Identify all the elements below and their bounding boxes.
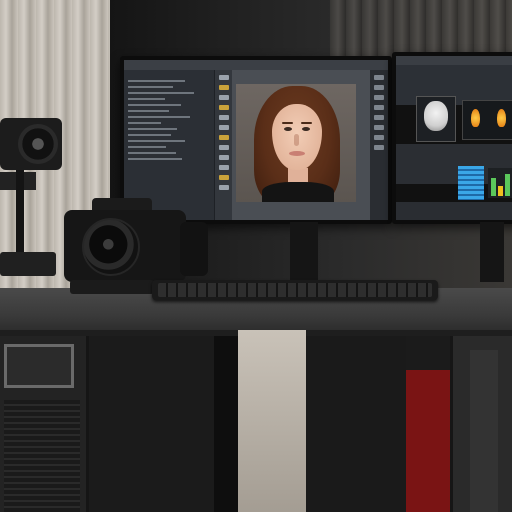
- studio-scene: [0, 0, 512, 512]
- speaker-grille: [4, 400, 80, 512]
- portrait-lips: [289, 151, 305, 156]
- portrait-left-brow: [282, 122, 293, 124]
- portrait-photo: [236, 84, 356, 202]
- flame-thumbnail: [462, 100, 512, 140]
- floor-light: [238, 330, 306, 512]
- portrait-shirt: [262, 182, 334, 202]
- portrait-left-eye: [284, 127, 292, 131]
- main-monitor-canvas: [232, 70, 370, 220]
- flame-right: [497, 109, 506, 127]
- side-monitor-bottom-panel: [396, 202, 512, 220]
- main-monitor-right-panel: [370, 70, 388, 220]
- dslr-camera-lens: [82, 218, 140, 276]
- mannequin-thumbnail: [416, 96, 456, 142]
- right-cabinet-slat: [470, 350, 498, 512]
- keyboard: [152, 280, 438, 300]
- portrait-right-eye: [302, 127, 310, 131]
- portrait-nose: [294, 134, 299, 146]
- level-meter: [488, 168, 512, 198]
- side-monitor-menubar: [396, 56, 512, 65]
- main-monitor-toolstrip: [214, 70, 234, 220]
- main-monitor-menubar: [124, 60, 388, 70]
- cabinet-drawer: [4, 344, 74, 388]
- blue-meter-panel: [458, 166, 484, 200]
- under-desk-panel: [306, 336, 406, 512]
- keyboard-keys: [158, 283, 432, 297]
- tripod-camera-lens: [18, 124, 58, 164]
- tripod-pole: [16, 170, 24, 260]
- tripod-base: [0, 252, 56, 276]
- main-monitor-stand: [290, 222, 318, 282]
- flame-left: [471, 109, 480, 127]
- portrait-right-brow: [301, 122, 312, 124]
- dslr-camera-plate: [70, 280, 154, 294]
- dslr-camera-grip: [180, 222, 208, 276]
- curtain-right: [330, 0, 512, 60]
- red-storage-box: [406, 370, 450, 512]
- side-monitor: [392, 52, 512, 224]
- side-monitor-stand: [480, 222, 504, 282]
- mannequin-head: [424, 101, 448, 131]
- main-monitor: [120, 56, 392, 224]
